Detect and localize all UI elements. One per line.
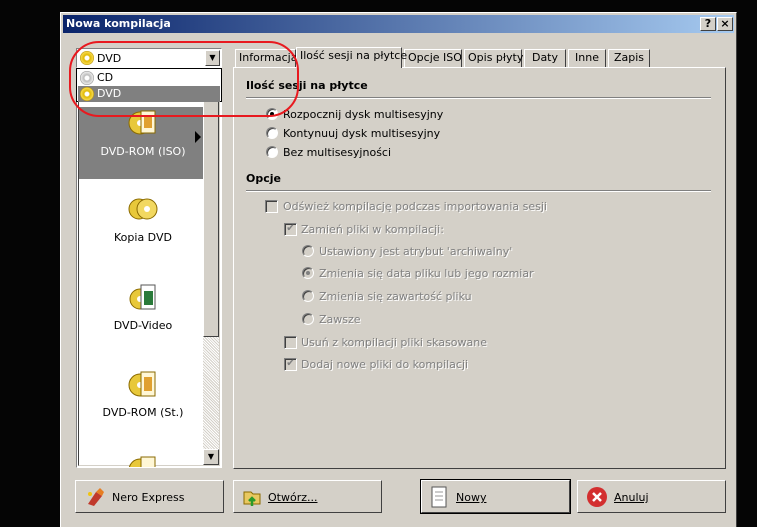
label-remove-deleted: Usuń z kompilacji pliki skasowane: [301, 336, 488, 349]
tab-dates[interactable]: Daty: [524, 49, 566, 67]
dvd-rom-st-icon: [128, 371, 156, 397]
cancel-label: Anuluj: [614, 491, 649, 504]
media-type-dropdown: CD DVD: [76, 68, 222, 102]
dropdown-option-cd[interactable]: CD: [78, 70, 220, 86]
radio-content-changes[interactable]: [302, 290, 314, 302]
list-item-dvd-copy[interactable]: Kopia DVD: [79, 193, 207, 253]
sessions-heading: Ilość sesji na płytce: [246, 79, 368, 92]
new-button[interactable]: Nowy: [420, 479, 571, 514]
checkbox-remove-deleted[interactable]: [284, 336, 297, 349]
nero-express-icon: [88, 488, 104, 506]
options-separator: [246, 190, 711, 192]
cancel-button[interactable]: Anuluj: [577, 480, 726, 513]
media-type-combo[interactable]: DVD ▼: [76, 48, 222, 68]
dvd-video-icon: [129, 284, 156, 310]
list-item-label: DVD-ROM (ISO): [100, 145, 186, 158]
dropdown-option-dvd[interactable]: DVD: [78, 86, 220, 102]
label-refresh-compilation: Odśwież kompilację podczas importowania …: [283, 200, 547, 213]
close-button[interactable]: ×: [717, 17, 733, 31]
new-document-icon: [431, 486, 447, 508]
radio-always[interactable]: [302, 313, 314, 325]
tab-information[interactable]: Informacja: [235, 49, 297, 67]
selection-arrow-icon: [195, 131, 201, 143]
list-inner: DVD-ROM (ISO) Kopia DVD DVD-Video DVD-RO…: [78, 70, 220, 467]
sessions-separator: [246, 97, 711, 99]
list-item-dvd-rom-st[interactable]: DVD-ROM (St.): [79, 368, 207, 428]
checkbox-add-new[interactable]: ✔: [284, 358, 297, 371]
tab-iso-options[interactable]: Opcje ISO: [404, 49, 462, 67]
nero-express-label: Nero Express: [112, 491, 185, 504]
title-bar: Nowa kompilacja ? ×: [63, 15, 734, 33]
combo-dropdown-button[interactable]: ▼: [205, 50, 220, 66]
option-label: CD: [97, 71, 114, 84]
cd-disc-icon: [80, 71, 94, 85]
tab-burn[interactable]: Zapis: [608, 49, 650, 67]
new-compilation-dialog: Nowa kompilacja ? × DVD ▼ DVD-ROM (ISO): [60, 12, 737, 527]
checkbox-refresh-compilation[interactable]: [265, 200, 278, 213]
cancel-icon: [587, 487, 607, 507]
radio-archive-attribute[interactable]: [302, 245, 314, 257]
window-title: Nowa kompilacja: [66, 17, 171, 30]
dvd-disc-icon: [80, 51, 94, 65]
dvd-more-icon: [128, 456, 156, 467]
dvd-disc-icon: [80, 87, 94, 101]
checkbox-replace-files[interactable]: ✔: [284, 223, 297, 236]
help-button[interactable]: ?: [700, 17, 716, 31]
tab-disc-label[interactable]: Opis płyty: [464, 49, 523, 67]
open-button[interactable]: Otwórz...: [233, 480, 382, 513]
list-item-more[interactable]: [79, 453, 207, 467]
list-item-label: Kopia DVD: [114, 231, 172, 244]
label-replace-files: Zamień pliki w kompilacji:: [301, 223, 444, 236]
scrollbar-thumb[interactable]: [203, 87, 219, 337]
label-content-changes: Zmienia się zawartość pliku: [319, 290, 472, 303]
open-folder-icon: [243, 491, 261, 506]
radio-dot: [270, 112, 274, 116]
sessions-panel: Ilość sesji na płytce Rozpocznij dysk mu…: [233, 67, 726, 469]
radio-start-multisession[interactable]: [266, 108, 278, 120]
list-item-label: DVD-ROM (St.): [102, 406, 184, 419]
list-item-dvd-video[interactable]: DVD-Video: [79, 281, 207, 341]
list-scrollbar[interactable]: ▼: [203, 71, 219, 465]
label-continue-multisession: Kontynuuj dysk multisesyjny: [283, 127, 441, 140]
tab-misc[interactable]: Inne: [568, 49, 606, 67]
open-label: Otwórz...: [268, 491, 318, 504]
options-heading: Opcje: [246, 172, 281, 185]
label-always: Zawsze: [319, 313, 361, 326]
label-no-multisession: Bez multisesyjności: [283, 146, 392, 159]
dvd-rom-iso-icon: [128, 110, 156, 135]
label-archive-attribute: Ustawiony jest atrybut 'archiwalny': [319, 245, 513, 258]
label-add-new: Dodaj nowe pliki do kompilacji: [301, 358, 469, 371]
radio-dot: [306, 271, 310, 275]
scroll-down-button[interactable]: ▼: [203, 449, 219, 465]
combo-selected-value: DVD: [97, 52, 122, 65]
radio-no-multisession[interactable]: [266, 146, 278, 158]
tab-sessions[interactable]: Ilość sesji na płytce: [296, 47, 407, 68]
new-label: Nowy: [456, 491, 487, 504]
option-label: DVD: [97, 87, 122, 100]
list-item-label: DVD-Video: [113, 319, 173, 332]
label-date-or-size: Zmienia się data pliku lub jego rozmiar: [319, 267, 534, 280]
list-item-dvd-rom-iso[interactable]: DVD-ROM (ISO): [79, 107, 207, 179]
compilation-type-list[interactable]: DVD-ROM (ISO) Kopia DVD DVD-Video DVD-RO…: [76, 68, 222, 468]
dvd-copy-icon: [128, 198, 158, 220]
nero-express-button[interactable]: Nero Express: [75, 480, 224, 513]
radio-continue-multisession[interactable]: [266, 127, 278, 139]
label-start-multisession: Rozpocznij dysk multisesyjny: [283, 108, 444, 121]
radio-date-or-size[interactable]: [302, 267, 314, 279]
